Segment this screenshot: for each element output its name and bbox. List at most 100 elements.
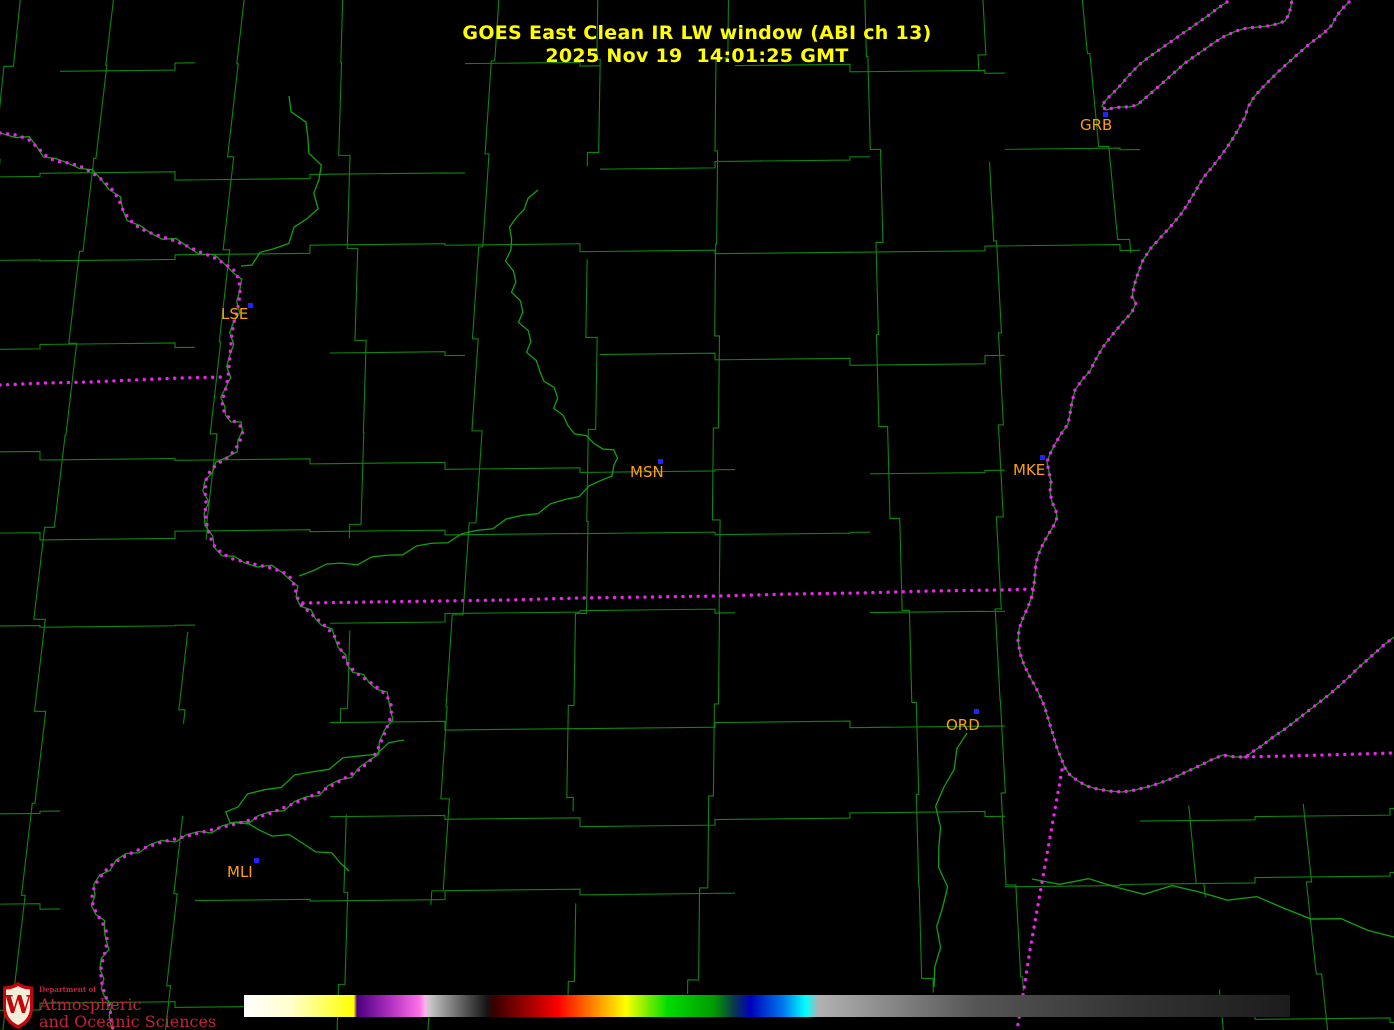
station-dot-ord <box>974 709 979 714</box>
county-line <box>477 167 489 261</box>
county-line <box>464 467 601 474</box>
county-line <box>329 889 466 902</box>
county-boundaries-layer <box>0 0 1394 1030</box>
logo-text: Department of Atmospheric and Oceanic Sc… <box>39 981 216 1030</box>
county-line <box>718 533 721 626</box>
county-line <box>1000 714 1006 807</box>
county-line <box>362 354 367 447</box>
county-line <box>0 259 61 262</box>
county-line <box>586 73 601 167</box>
county-line <box>994 530 1002 623</box>
county-line <box>329 720 466 731</box>
county-line <box>0 810 61 815</box>
county-line <box>62 357 76 450</box>
border-in-mi-border <box>1244 751 1394 759</box>
county-line <box>194 898 331 902</box>
county-line <box>714 164 719 258</box>
county-line <box>995 438 1004 531</box>
county-line <box>1274 807 1394 817</box>
county-line <box>714 257 721 350</box>
county-line <box>1274 871 1394 878</box>
county-line <box>1004 244 1141 252</box>
county-line <box>194 529 331 533</box>
county-line <box>0 903 61 910</box>
county-line <box>997 346 1004 439</box>
county-line <box>329 351 466 357</box>
state-borders-layer <box>0 0 1394 1030</box>
county-line <box>599 608 736 614</box>
station-label-lse: LSE <box>221 305 249 323</box>
station-label-msn: MSN <box>630 463 664 481</box>
rivers-shorelines-layer <box>0 0 1394 1030</box>
county-line <box>343 814 349 907</box>
county-line <box>887 440 901 533</box>
county-line <box>471 260 479 353</box>
county-line <box>59 171 196 181</box>
county-line <box>708 717 715 810</box>
satellite-image-frame: GOES East Clean IR LW window (ABI ch 13)… <box>0 0 1394 1030</box>
county-line <box>869 69 1006 74</box>
county-line <box>713 625 720 718</box>
county-line <box>586 443 589 536</box>
county-line <box>1109 160 1132 254</box>
county-line <box>734 251 871 255</box>
border-mississippi-river <box>0 131 394 1030</box>
county-line <box>988 161 998 255</box>
county-line <box>222 170 233 264</box>
county-line <box>1274 1017 1394 1024</box>
logo-dept-line1: Atmospheric <box>39 995 142 1014</box>
county-line <box>59 342 196 349</box>
county-line <box>194 173 331 181</box>
county-line <box>464 888 601 896</box>
county-line <box>33 541 46 634</box>
county-line <box>1307 895 1324 989</box>
county-line <box>173 815 184 908</box>
logo-dept-prefix: Department of <box>39 985 97 994</box>
county-line <box>599 468 736 473</box>
county-line <box>339 630 351 723</box>
station-dot-mke <box>1040 455 1045 460</box>
county-line <box>464 727 601 731</box>
county-line <box>484 74 491 168</box>
county-line <box>996 254 1003 347</box>
county-line <box>209 355 220 448</box>
county-line <box>329 172 466 175</box>
kankakee-river <box>1031 878 1394 938</box>
county-line <box>445 628 452 721</box>
mississippi-channel <box>0 132 394 1030</box>
county-line <box>869 469 1006 475</box>
county-line <box>59 624 196 628</box>
station-label-mli: MLI <box>227 863 253 881</box>
county-line <box>711 441 721 534</box>
logo-dept-line2: and Oceanic Sciences <box>39 1012 217 1030</box>
border-mn-ia-border <box>0 375 226 387</box>
county-line <box>1302 803 1313 897</box>
ir-temperature-colorbar <box>244 995 1290 1017</box>
county-line <box>338 76 351 170</box>
county-line <box>869 725 1006 728</box>
county-line <box>1004 147 1141 151</box>
county-line <box>59 254 196 262</box>
county-line <box>574 535 589 628</box>
county-line <box>450 536 469 629</box>
county-line <box>1139 876 1276 885</box>
county-line <box>59 457 196 461</box>
county-line <box>687 901 700 994</box>
county-line <box>714 71 719 165</box>
county-line <box>869 354 1006 366</box>
fox-river <box>933 732 968 988</box>
county-line <box>91 79 106 173</box>
county-line <box>599 818 736 827</box>
uw-aos-logo: W Department of Atmospheric and Oceanic … <box>2 981 216 1030</box>
county-line <box>734 156 871 162</box>
county-line <box>464 243 601 253</box>
county-line <box>919 900 934 993</box>
county-line <box>995 622 1002 715</box>
county-line <box>734 531 871 535</box>
county-line <box>1322 987 1329 1030</box>
county-line <box>1016 898 1024 991</box>
county-line <box>599 721 736 729</box>
county-line <box>59 530 196 541</box>
county-line <box>712 349 720 442</box>
county-line <box>1001 806 1018 899</box>
